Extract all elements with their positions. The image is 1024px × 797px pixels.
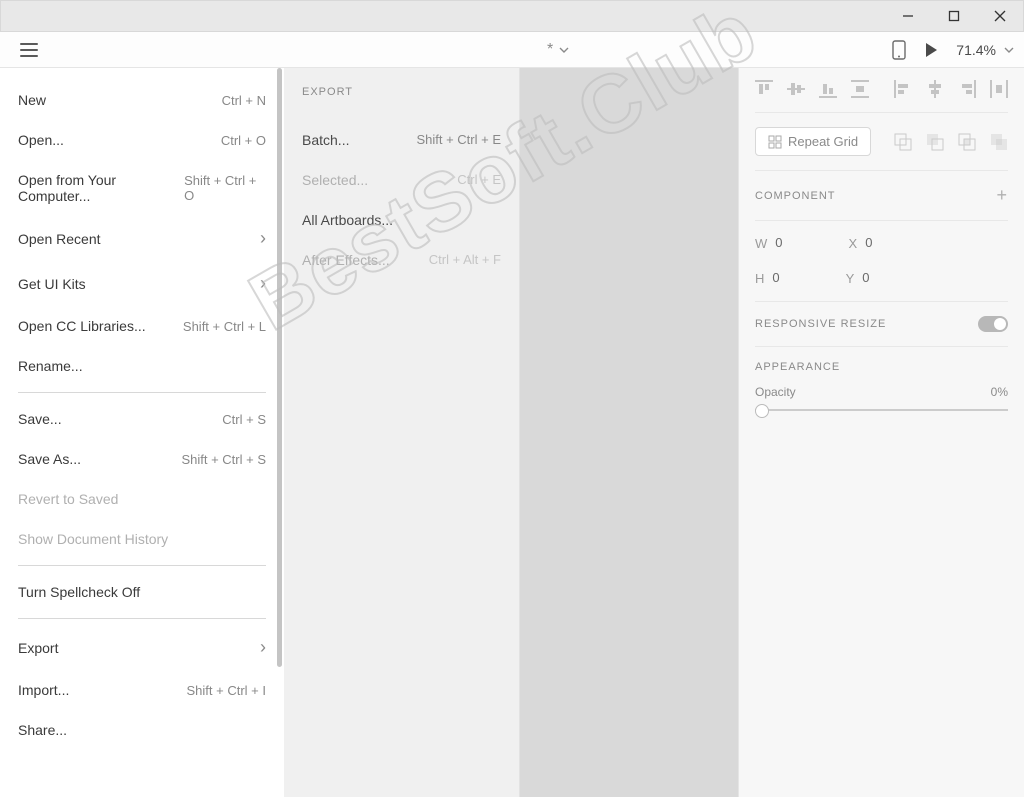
align-right-icon[interactable] [958, 80, 976, 98]
appearance-section-title: APPEARANCE [755, 361, 1008, 373]
menu-divider [18, 618, 266, 619]
opacity-label: Opacity [755, 385, 796, 399]
menu-item-ui-kits[interactable]: Get UI Kits› [18, 261, 266, 306]
submenu-item-selected: Selected...Ctrl + E [302, 160, 501, 200]
opacity-value: 0% [991, 385, 1008, 399]
component-section-title: COMPONENT [755, 190, 836, 202]
align-left-icon[interactable] [894, 80, 912, 98]
responsive-toggle[interactable] [978, 316, 1008, 332]
scrollbar[interactable] [277, 68, 282, 667]
chevron-right-icon: › [260, 273, 266, 294]
chevron-right-icon: › [260, 637, 266, 658]
submenu-item-artboards[interactable]: All Artboards... [302, 200, 501, 240]
chevron-down-icon [559, 47, 569, 53]
opacity-slider[interactable] [755, 409, 1008, 411]
play-icon[interactable] [924, 42, 938, 58]
grid-icon [768, 135, 782, 149]
export-submenu: EXPORT Batch...Shift + Ctrl + E Selected… [284, 68, 520, 797]
chevron-down-icon [1004, 47, 1014, 53]
menu-item-save[interactable]: Save...Ctrl + S [18, 399, 266, 439]
document-dropdown[interactable]: * [547, 41, 569, 59]
dim-width[interactable]: W0 [755, 235, 783, 252]
align-top-icon[interactable] [755, 80, 773, 98]
document-modified-indicator: * [547, 41, 553, 59]
top-toolbar: * 71.4% [0, 32, 1024, 68]
align-hcenter-icon[interactable] [926, 80, 944, 98]
bool-subtract-icon[interactable] [926, 133, 944, 151]
submenu-item-batch[interactable]: Batch...Shift + Ctrl + E [302, 120, 501, 160]
close-button[interactable] [977, 1, 1023, 31]
submenu-item-after-effects: After Effects...Ctrl + Alt + F [302, 240, 501, 280]
menu-item-export[interactable]: Export› [18, 625, 266, 670]
menu-item-open[interactable]: Open...Ctrl + O [18, 120, 266, 160]
menu-item-new[interactable]: NewCtrl + N [18, 80, 266, 120]
distribute-h-icon[interactable] [990, 80, 1008, 98]
bool-union-icon[interactable] [894, 133, 912, 151]
bool-exclude-icon[interactable] [990, 133, 1008, 151]
menu-item-open-computer[interactable]: Open from Your Computer...Shift + Ctrl +… [18, 160, 266, 216]
menu-item-open-recent[interactable]: Open Recent› [18, 216, 266, 261]
add-component-icon[interactable]: + [996, 185, 1008, 206]
menu-item-import[interactable]: Import...Shift + Ctrl + I [18, 670, 266, 710]
window-titlebar [0, 0, 1024, 32]
align-vcenter-icon[interactable] [787, 80, 805, 98]
repeat-grid-button[interactable]: Repeat Grid [755, 127, 871, 156]
minimize-button[interactable] [885, 1, 931, 31]
menu-divider [18, 565, 266, 566]
dim-height[interactable]: H0 [755, 270, 780, 287]
submenu-title: EXPORT [302, 86, 501, 98]
menu-item-share[interactable]: Share... [18, 710, 266, 750]
menu-item-revert: Revert to Saved [18, 479, 266, 519]
zoom-dropdown[interactable]: 71.4% [956, 42, 1014, 58]
bool-intersect-icon[interactable] [958, 133, 976, 151]
chevron-right-icon: › [260, 228, 266, 249]
menu-divider [18, 392, 266, 393]
dim-y[interactable]: Y0 [846, 270, 870, 287]
properties-panel: Repeat Grid COMPONENT + W0 X0 H0 Y0 [738, 68, 1024, 797]
mobile-preview-icon[interactable] [892, 40, 906, 60]
canvas-area[interactable] [520, 68, 738, 797]
menu-item-history: Show Document History [18, 519, 266, 559]
dim-x[interactable]: X0 [849, 235, 873, 252]
maximize-button[interactable] [931, 1, 977, 31]
responsive-section-title: RESPONSIVE RESIZE [755, 318, 886, 330]
menu-item-save-as[interactable]: Save As...Shift + Ctrl + S [18, 439, 266, 479]
file-menu: NewCtrl + N Open...Ctrl + O Open from Yo… [0, 68, 284, 797]
zoom-value: 71.4% [956, 42, 996, 58]
menu-item-rename[interactable]: Rename... [18, 346, 266, 386]
menu-item-cc-libraries[interactable]: Open CC Libraries...Shift + Ctrl + L [18, 306, 266, 346]
distribute-v-icon[interactable] [851, 80, 869, 98]
align-bottom-icon[interactable] [819, 80, 837, 98]
hamburger-menu-icon[interactable] [16, 37, 42, 63]
menu-item-spellcheck[interactable]: Turn Spellcheck Off [18, 572, 266, 612]
